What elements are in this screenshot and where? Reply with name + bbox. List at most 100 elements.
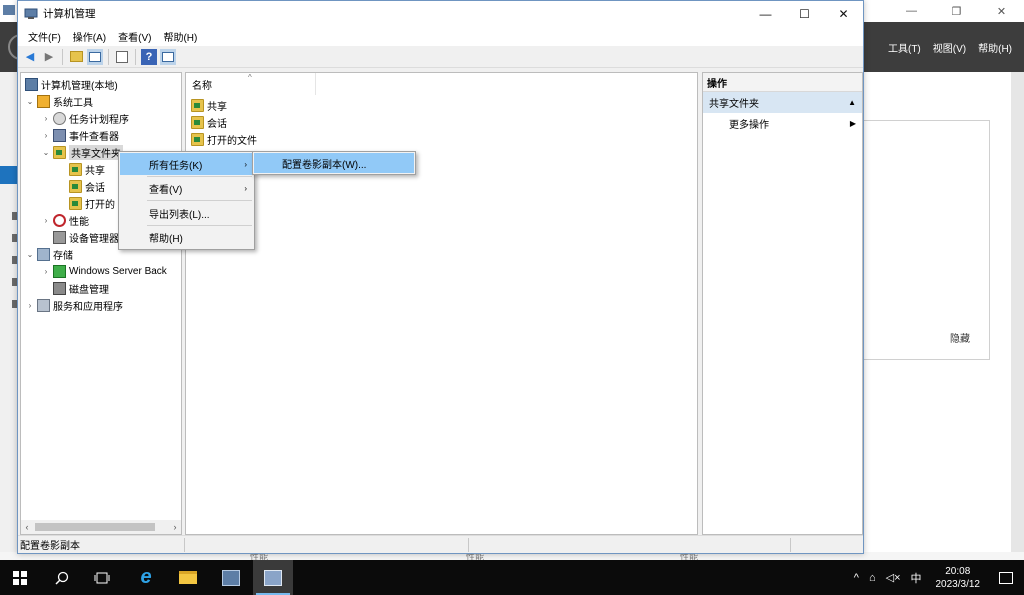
server-manager-menu: 工具(T) 视图(V) 帮助(H)	[888, 22, 1012, 72]
ime-indicator[interactable]: 中	[911, 570, 922, 586]
more-actions-label: 更多操作	[729, 119, 769, 131]
tree-item-shares[interactable]: 共享	[67, 161, 105, 178]
tree-item-label: Windows Server Back	[69, 266, 167, 277]
more-actions-item[interactable]: 更多操作 ▶	[703, 113, 862, 133]
column-header-name[interactable]: 名称 ^	[186, 73, 316, 95]
task-view-icon	[94, 572, 110, 583]
menu-help[interactable]: 帮助(H)	[157, 29, 203, 44]
tree-item-system-tools[interactable]: ⌄ 系统工具	[25, 93, 93, 110]
tree-item-services-apps[interactable]: › 服务和应用程序	[25, 297, 123, 314]
file-explorer-button[interactable]	[168, 560, 208, 595]
start-button[interactable]	[0, 560, 40, 595]
taskbar: e ^ ⌂ ◁× 中 20:08 2023/3/12	[0, 560, 1024, 595]
server-manager-panel	[862, 120, 990, 360]
scroll-left-icon[interactable]: ‹	[21, 520, 33, 534]
tree-item-label: 会话	[85, 183, 105, 194]
list-item[interactable]: 打开的文件	[189, 131, 257, 148]
menu-item-configure-shadow-copies[interactable]: 配置卷影副本(W)...	[254, 153, 414, 173]
action-pane: 操作 共享文件夹 ▲ 更多操作 ▶	[702, 72, 863, 535]
services-icon	[37, 299, 50, 312]
nav-selected-indicator[interactable]	[0, 166, 18, 184]
menu-item-label: 所有任务(K)	[149, 160, 203, 172]
help-icon[interactable]: ?	[141, 48, 157, 65]
menu-help[interactable]: 帮助(H)	[978, 40, 1012, 55]
computer-management-icon	[25, 78, 38, 91]
chevron-right-icon[interactable]: ›	[25, 301, 35, 310]
tree-item-open-files[interactable]: 打开的	[67, 195, 115, 212]
action-section-shared-folders[interactable]: 共享文件夹 ▲	[703, 92, 862, 113]
forward-arrow-icon[interactable]: ▶	[41, 49, 57, 65]
chevron-up-icon[interactable]: ^	[854, 572, 859, 584]
system-tray: ^ ⌂ ◁× 中 20:08 2023/3/12	[854, 560, 1024, 595]
clock[interactable]: 20:08 2023/3/12	[936, 565, 981, 591]
minimize-icon[interactable]: —	[889, 0, 934, 22]
chevron-down-icon[interactable]: ⌄	[41, 148, 51, 157]
show-hide-tree-icon[interactable]	[87, 48, 103, 65]
server-manager-scrollbar[interactable]	[1011, 72, 1024, 560]
back-arrow-icon[interactable]: ◀	[22, 49, 38, 65]
tree-item-root[interactable]: 计算机管理(本地)	[23, 76, 118, 93]
tools-icon	[37, 95, 50, 108]
tree-item-windows-server-backup[interactable]: › Windows Server Back	[41, 263, 167, 280]
up-folder-icon[interactable]	[68, 49, 84, 65]
internet-explorer-button[interactable]: e	[126, 560, 166, 595]
restore-icon[interactable]: ❐	[934, 0, 979, 22]
status-separator	[184, 538, 185, 552]
sort-caret-icon: ^	[248, 73, 252, 82]
toolbar-separator	[135, 48, 136, 65]
caret-up-icon[interactable]: ▲	[848, 98, 856, 107]
maximize-icon[interactable]: ☐	[785, 1, 824, 26]
menu-item-export-list[interactable]: 导出列表(L)...	[120, 202, 253, 224]
hide-link[interactable]: 隐藏	[950, 330, 970, 345]
toolbar-separator	[108, 48, 109, 65]
chevron-down-icon[interactable]: ⌄	[25, 250, 35, 259]
chevron-down-icon[interactable]: ⌄	[25, 97, 35, 106]
network-icon[interactable]: ⌂	[869, 572, 876, 584]
tree-item-task-scheduler[interactable]: › 任务计划程序	[41, 110, 129, 127]
scrollbar-thumb[interactable]	[35, 523, 155, 531]
chevron-right-icon[interactable]: ›	[41, 216, 51, 225]
tree-item-shared-folders[interactable]: ⌄ 共享文件夹	[41, 144, 123, 161]
menu-tools[interactable]: 工具(T)	[888, 40, 921, 55]
search-button[interactable]	[42, 560, 82, 595]
tree-item-performance[interactable]: › 性能	[41, 212, 89, 229]
scroll-right-icon[interactable]: ›	[169, 520, 181, 534]
disk-icon	[53, 282, 66, 295]
list-item[interactable]: 会话	[189, 114, 227, 131]
close-icon[interactable]: ✕	[979, 0, 1024, 22]
menu-item-label: 配置卷影副本(W)...	[282, 159, 367, 171]
computer-management-taskbar-button[interactable]	[253, 560, 293, 595]
tree-item-storage[interactable]: ⌄ 存储	[25, 246, 73, 263]
tree-item-device-manager[interactable]: 设备管理器	[51, 229, 119, 246]
context-menu: 所有任务(K) › 查看(V) › 导出列表(L)... 帮助(H)	[118, 151, 255, 250]
menu-action[interactable]: 操作(A)	[67, 29, 112, 44]
task-view-button[interactable]	[82, 560, 122, 595]
menu-item-help[interactable]: 帮助(H)	[120, 226, 253, 248]
chevron-right-icon[interactable]: ›	[41, 131, 51, 140]
tree-item-disk-management[interactable]: 磁盘管理	[51, 280, 109, 297]
menu-view[interactable]: 查看(V)	[112, 29, 157, 44]
minimize-icon[interactable]: —	[746, 1, 785, 26]
menu-view[interactable]: 视图(V)	[933, 40, 966, 55]
chevron-right-icon[interactable]: ›	[41, 114, 51, 123]
server-manager-button[interactable]	[211, 560, 251, 595]
tree-horizontal-scrollbar[interactable]: ‹ ›	[21, 520, 181, 534]
status-separator	[468, 538, 469, 552]
menu-file[interactable]: 文件(F)	[22, 29, 67, 44]
notification-center-icon[interactable]	[996, 560, 1016, 595]
console-tree: 计算机管理(本地) ⌄ 系统工具 › 任务计划程序 › 事件查看器 ⌄ 共享文件…	[20, 72, 182, 535]
show-hide-action-pane-icon[interactable]	[160, 48, 176, 65]
shared-folder-icon	[69, 180, 82, 193]
menu-item-view[interactable]: 查看(V) ›	[120, 177, 253, 199]
menu-item-label: 帮助(H)	[149, 233, 183, 245]
chevron-right-icon[interactable]: ›	[41, 267, 51, 276]
export-list-icon[interactable]	[114, 49, 130, 65]
column-header-label: 名称	[192, 80, 212, 92]
list-item[interactable]: 共享	[189, 97, 227, 114]
menu-item-all-tasks[interactable]: 所有任务(K) ›	[120, 153, 253, 175]
performance-icon	[53, 214, 66, 227]
close-icon[interactable]: ✕	[824, 1, 863, 26]
tree-item-sessions[interactable]: 会话	[67, 178, 105, 195]
tree-item-event-viewer[interactable]: › 事件查看器	[41, 127, 119, 144]
volume-muted-icon[interactable]: ◁×	[886, 571, 901, 584]
